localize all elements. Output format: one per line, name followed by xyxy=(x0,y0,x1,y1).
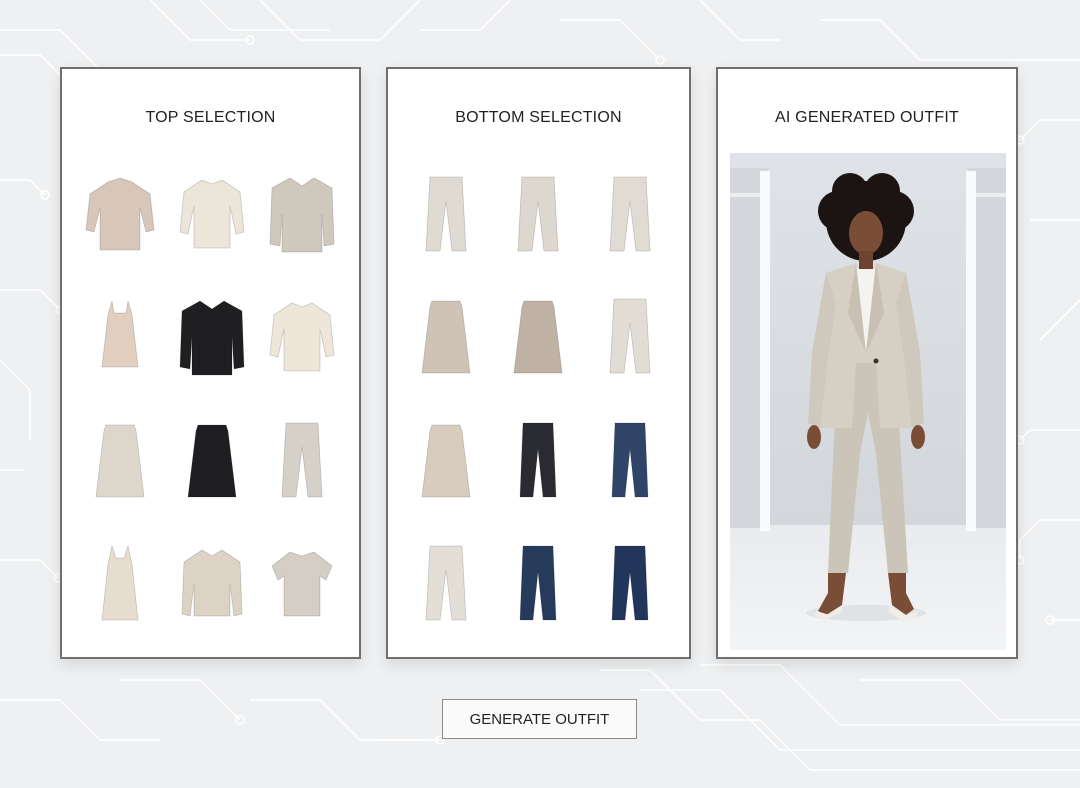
top-item-10[interactable] xyxy=(88,544,152,624)
blazer-icon xyxy=(269,177,335,253)
jeans-icon xyxy=(611,545,649,621)
top-item-8[interactable] xyxy=(180,421,244,501)
tshirt-icon xyxy=(271,551,333,617)
top-item-7[interactable] xyxy=(88,421,152,501)
shirt-icon xyxy=(269,302,335,372)
trousers-icon xyxy=(425,176,467,252)
trousers-icon xyxy=(609,176,651,252)
top-item-4[interactable] xyxy=(88,297,152,377)
generate-outfit-button[interactable]: GENERATE OUTFIT xyxy=(442,699,637,739)
skirt-icon xyxy=(421,300,471,374)
blazer-icon xyxy=(179,300,245,376)
bottom-item-4[interactable] xyxy=(414,297,478,377)
top-item-6[interactable] xyxy=(269,297,335,377)
bottom-item-12[interactable] xyxy=(598,544,662,624)
skirt-icon xyxy=(513,300,563,374)
bottom-item-1[interactable] xyxy=(414,175,478,255)
jacket-icon xyxy=(181,549,243,617)
jeans-icon xyxy=(611,422,649,498)
top-item-2[interactable] xyxy=(179,174,245,254)
shirt-icon xyxy=(179,179,245,249)
skirt-icon xyxy=(187,424,237,498)
camisole-icon xyxy=(101,300,139,368)
bottom-item-3[interactable] xyxy=(598,175,662,255)
trousers-icon xyxy=(609,298,651,374)
bottom-selection-panel: BOTTOM SELECTION xyxy=(386,67,691,659)
bottom-item-7[interactable] xyxy=(414,421,478,501)
top-item-3[interactable] xyxy=(269,174,335,254)
top-selection-panel: TOP SELECTION xyxy=(60,67,361,659)
bottom-items-grid xyxy=(388,69,689,657)
bottom-item-2[interactable] xyxy=(506,175,570,255)
bottom-item-5[interactable] xyxy=(506,297,570,377)
trousers-icon xyxy=(517,176,559,252)
top-items-grid xyxy=(62,69,359,657)
bottom-item-10[interactable] xyxy=(414,544,478,624)
generated-outfit-image xyxy=(730,153,1006,650)
trousers-icon xyxy=(425,545,467,621)
top-item-9[interactable] xyxy=(270,421,334,501)
top-item-5[interactable] xyxy=(179,297,245,377)
ai-generated-outfit-title: AI GENERATED OUTFIT xyxy=(775,109,959,126)
bottom-item-11[interactable] xyxy=(506,544,570,624)
bottom-item-9[interactable] xyxy=(598,421,662,501)
top-item-11[interactable] xyxy=(180,544,244,624)
top-item-1[interactable] xyxy=(85,174,155,254)
jeans-icon xyxy=(519,422,557,498)
top-item-12[interactable] xyxy=(270,544,334,624)
trousers-icon xyxy=(281,422,323,498)
jeans-icon xyxy=(519,545,557,621)
dress-icon xyxy=(101,544,139,621)
ai-generated-outfit-panel: AI GENERATED OUTFIT xyxy=(716,67,1018,659)
bottom-item-8[interactable] xyxy=(506,421,570,501)
bottom-item-6[interactable] xyxy=(598,297,662,377)
skirt-icon xyxy=(421,424,471,498)
blouse-icon xyxy=(85,177,155,251)
skirt-icon xyxy=(95,424,145,498)
